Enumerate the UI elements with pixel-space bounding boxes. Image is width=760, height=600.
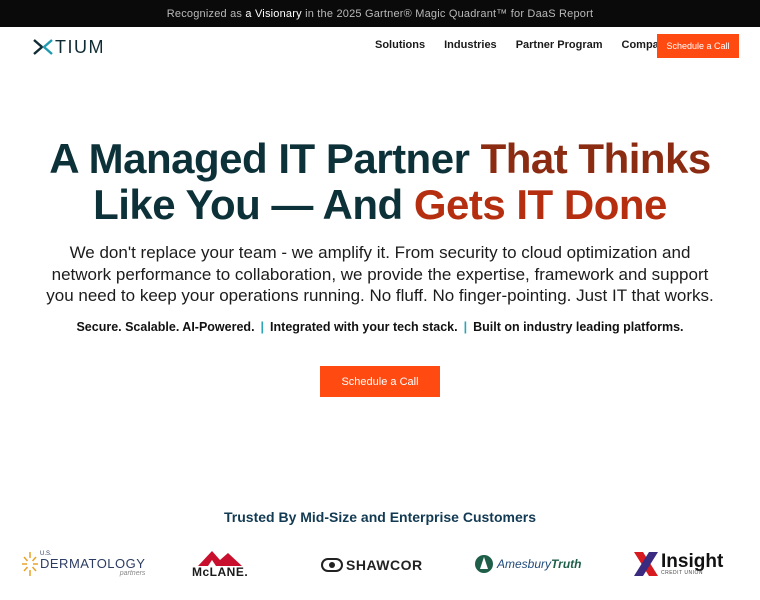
logo-truth-text: Truth [551, 557, 582, 571]
logo-insight-text: Insight [661, 551, 724, 572]
tagline-item-3: Built on industry leading platforms. [473, 320, 684, 334]
logo-amesbury-text: Amesbury [497, 557, 552, 571]
amesbury-emblem-icon [475, 555, 493, 573]
xtium-logo[interactable]: TIUM [33, 37, 105, 57]
logo-dermatology-main: DERMATOLOGY [40, 556, 146, 571]
tagline-separator: | [463, 320, 468, 334]
logo-mclane-text: McLANE. [192, 565, 249, 579]
nav-schedule-call-button[interactable]: Schedule a Call [657, 34, 739, 58]
hero-title-line2-accent: Gets IT Done [413, 181, 668, 228]
shawcor-ring-icon [321, 558, 343, 572]
logo-insight: Insight CREDIT UNION [633, 551, 723, 577]
announcement-prefix: Recognized as [166, 7, 243, 20]
logo-amesbury-truth: Amesbury Truth [473, 554, 581, 574]
hero-subtitle: We don't replace your team - we amplify … [46, 243, 714, 305]
logo-shawcor-text: SHAWCOR [346, 557, 423, 573]
customers-heading: Trusted By Mid-Size and Enterprise Custo… [224, 509, 536, 525]
hero-title-line1-accent: That Thinks [480, 135, 712, 182]
nav-item-partner-program[interactable]: Partner Program [516, 39, 603, 51]
tagline-item-2: Integrated with your tech stack. [270, 320, 458, 334]
hero-title: A Managed IT Partner That Thinks Like Yo… [0, 136, 760, 228]
nav-menu: Solutions Industries Partner Program Com… [375, 39, 691, 51]
logo-mclane: McLANE. [192, 550, 248, 579]
hero-schedule-call-button[interactable]: Schedule a Call [320, 366, 440, 397]
insight-x-icon [634, 552, 658, 576]
tagline-item-1: Secure. Scalable. AI-Powered. [76, 320, 255, 334]
logo-insight-sub: CREDIT UNION [661, 570, 704, 576]
logo-dermatology-sub: partners [119, 570, 146, 577]
logo-text: TIUM [55, 36, 105, 57]
hero-title-line1-dark: A Managed IT Partner [49, 135, 481, 182]
announcement-highlight: a Visionary [245, 7, 302, 20]
nav-item-industries[interactable]: Industries [444, 39, 497, 51]
main-nav: TIUM Solutions Industries Partner Progra… [0, 27, 760, 67]
announcement-suffix: in the 2025 Gartner® Magic Quadrant™ for… [305, 7, 594, 20]
tagline-separator: | [260, 320, 265, 334]
hero-tagline: Secure. Scalable. AI-Powered. | Integrated… [0, 320, 760, 334]
announcement-bar[interactable]: Recognized as a Visionary in the 2025 Ga… [0, 0, 760, 27]
xtium-x-icon [33, 39, 53, 55]
hero-title-line2-dark: Like You — And [93, 181, 414, 228]
mclane-mountain-icon [198, 551, 243, 566]
nav-item-solutions[interactable]: Solutions [375, 39, 425, 51]
customer-logos: U.S. DERMATOLOGY partners McLANE. SHAWCO… [0, 548, 760, 584]
sunburst-icon [22, 552, 38, 576]
logo-shawcor: SHAWCOR [321, 557, 423, 573]
logo-us-dermatology: U.S. DERMATOLOGY partners [20, 550, 145, 578]
